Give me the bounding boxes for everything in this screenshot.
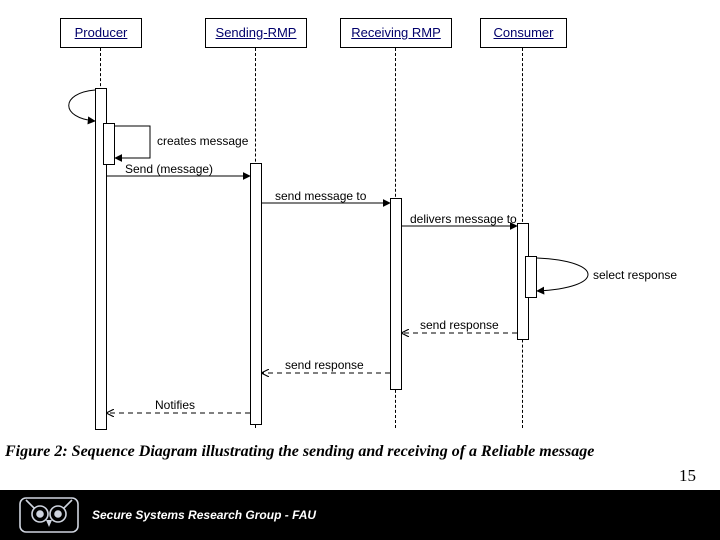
activation-producer-nested — [103, 123, 115, 165]
slide-number: 15 — [679, 466, 696, 486]
msg-delivers-message: delivers message to — [410, 212, 517, 226]
activation-receiving — [390, 198, 402, 390]
figure-caption: Figure 2: Sequence Diagram illustrating … — [5, 443, 715, 461]
participant-receiving-rmp: Receiving RMP — [340, 18, 452, 48]
participant-sending-rmp: Sending-RMP — [205, 18, 307, 48]
msg-select-response: select response — [593, 268, 677, 282]
participant-consumer: Consumer — [480, 18, 567, 48]
msg-send-response-1: send response — [420, 318, 499, 332]
activation-sending — [250, 163, 262, 425]
participant-producer: Producer — [60, 18, 142, 48]
owl-logo-icon — [18, 496, 80, 539]
message-arrows — [45, 18, 685, 438]
sequence-diagram: Producer Sending-RMP Receiving RMP Consu… — [45, 18, 685, 438]
msg-creates-message: creates message — [157, 134, 248, 148]
activation-consumer-nested — [525, 256, 537, 298]
footer-text: Secure Systems Research Group - FAU — [92, 508, 316, 522]
msg-send-response-2: send response — [285, 358, 364, 372]
msg-send-message-to: send message to — [275, 189, 366, 203]
msg-send-message: Send (message) — [125, 162, 213, 176]
msg-notifies: Notifies — [155, 398, 195, 412]
footer-bar: Secure Systems Research Group - FAU — [0, 490, 720, 540]
